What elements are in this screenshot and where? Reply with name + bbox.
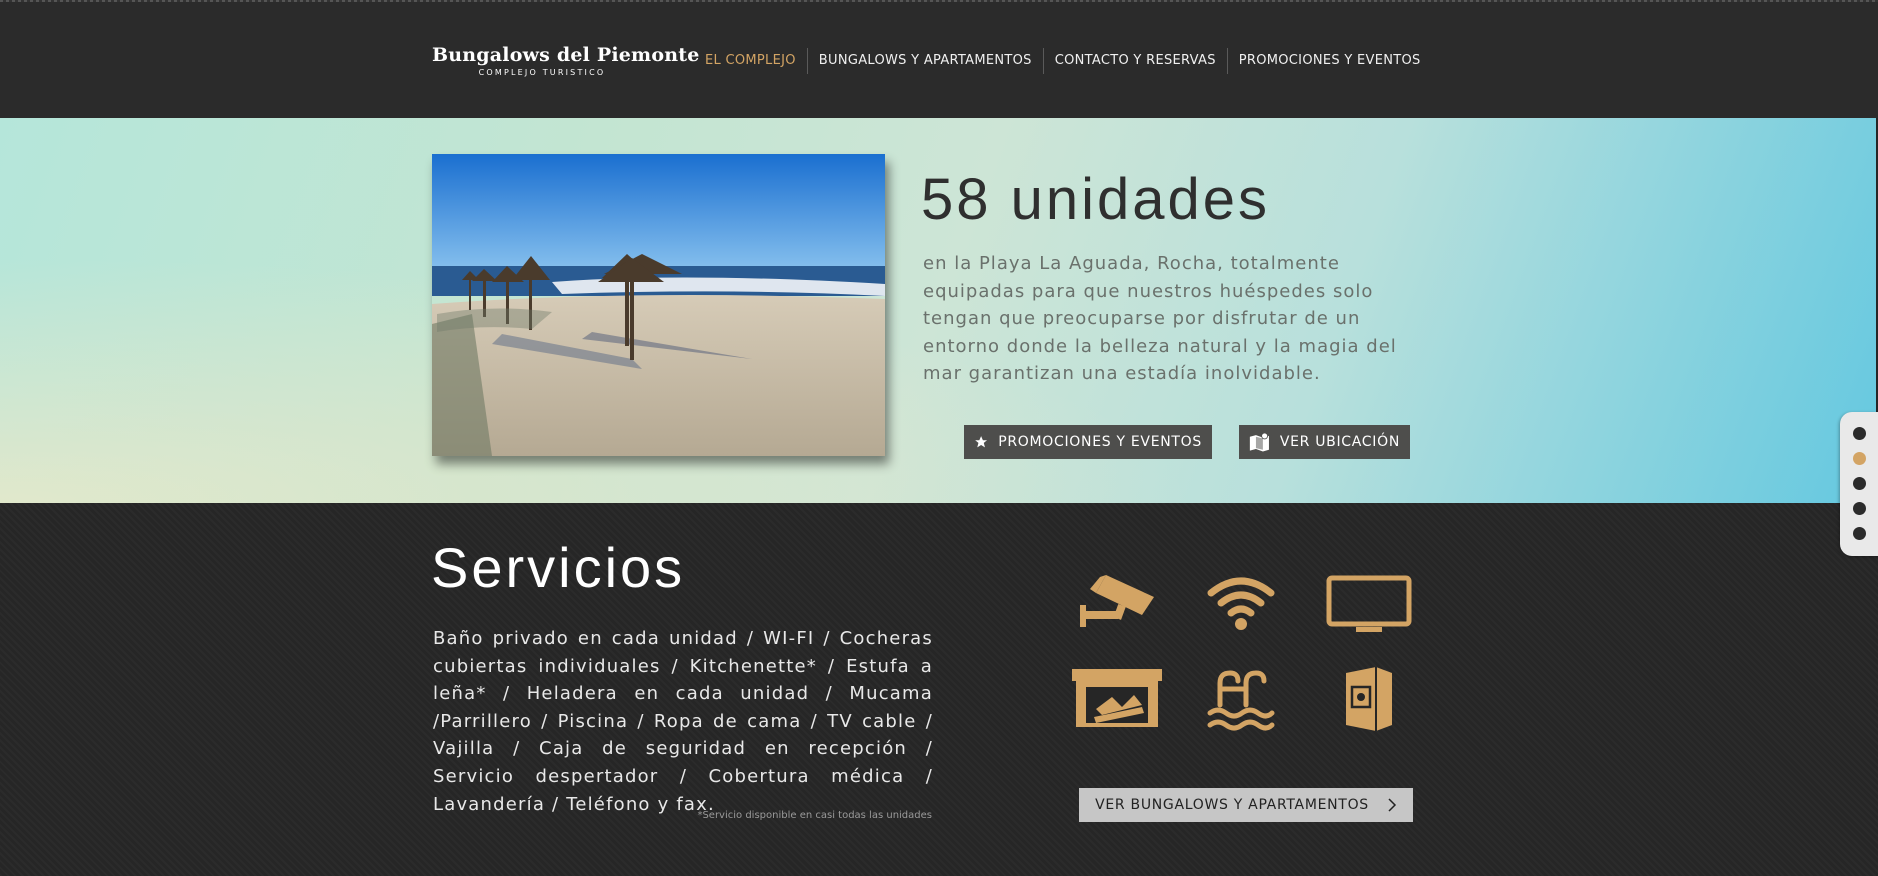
section-dot-5[interactable] xyxy=(1853,527,1866,540)
nav-item-contacto[interactable]: CONTACTO Y RESERVAS xyxy=(1042,48,1227,74)
security-camera-icon xyxy=(1080,575,1154,627)
site-logo[interactable]: Bungalows del Piemonte COMPLEJO TURISTIC… xyxy=(432,44,700,77)
hero-title: 58 unidades xyxy=(921,167,1271,232)
location-button[interactable]: VER UBICACIÓN xyxy=(1239,425,1410,459)
main-nav: EL COMPLEJO BUNGALOWS Y APARTAMENTOS CON… xyxy=(694,48,1432,74)
fireplace-icon xyxy=(1072,669,1162,727)
beach-photo xyxy=(432,154,885,456)
services-section: Servicios Baño privado en cada unidad / … xyxy=(0,503,1878,876)
logo-subtitle: COMPLEJO TURISTICO xyxy=(478,68,606,77)
logo-title: Bungalows del Piemonte xyxy=(432,44,700,66)
safe-icon xyxy=(1346,667,1392,731)
location-button-label: VER UBICACIÓN xyxy=(1279,434,1400,450)
site-header: Bungalows del Piemonte COMPLEJO TURISTIC… xyxy=(0,2,1878,118)
services-title: Servicios xyxy=(431,536,686,599)
section-navigator xyxy=(1840,412,1878,556)
section-dot-3[interactable] xyxy=(1853,477,1866,490)
section-dot-1[interactable] xyxy=(1853,427,1866,440)
services-description: Baño privado en cada unidad / WI-FI / Co… xyxy=(433,628,933,815)
wifi-icon xyxy=(1207,577,1275,630)
services-footnote: *Servicio disponible en casi todas las u… xyxy=(697,810,932,821)
nav-item-bungalows[interactable]: BUNGALOWS Y APARTAMENTOS xyxy=(806,48,1043,74)
view-bungalows-button-label: VER BUNGALOWS Y APARTAMENTOS xyxy=(1095,797,1369,813)
star-icon xyxy=(975,436,988,448)
nav-item-promociones[interactable]: PROMOCIONES Y EVENTOS xyxy=(1226,48,1432,74)
view-bungalows-button[interactable]: VER BUNGALOWS Y APARTAMENTOS xyxy=(1079,788,1413,822)
hero-section: 58 unidades en la Playa La Aguada, Rocha… xyxy=(0,118,1876,503)
pool-icon xyxy=(1207,670,1275,731)
nav-item-el-complejo[interactable]: EL COMPLEJO xyxy=(694,48,807,74)
chevron-right-icon xyxy=(1388,798,1396,812)
hero-description: en la Playa La Aguada, Rocha, totalmente… xyxy=(923,253,1397,384)
section-dot-4[interactable] xyxy=(1853,502,1866,515)
section-dot-2[interactable] xyxy=(1853,452,1866,465)
promotions-button[interactable]: PROMOCIONES Y EVENTOS xyxy=(964,425,1212,459)
tv-icon xyxy=(1326,575,1412,632)
promotions-button-label: PROMOCIONES Y EVENTOS xyxy=(998,434,1202,450)
map-icon xyxy=(1249,432,1269,452)
